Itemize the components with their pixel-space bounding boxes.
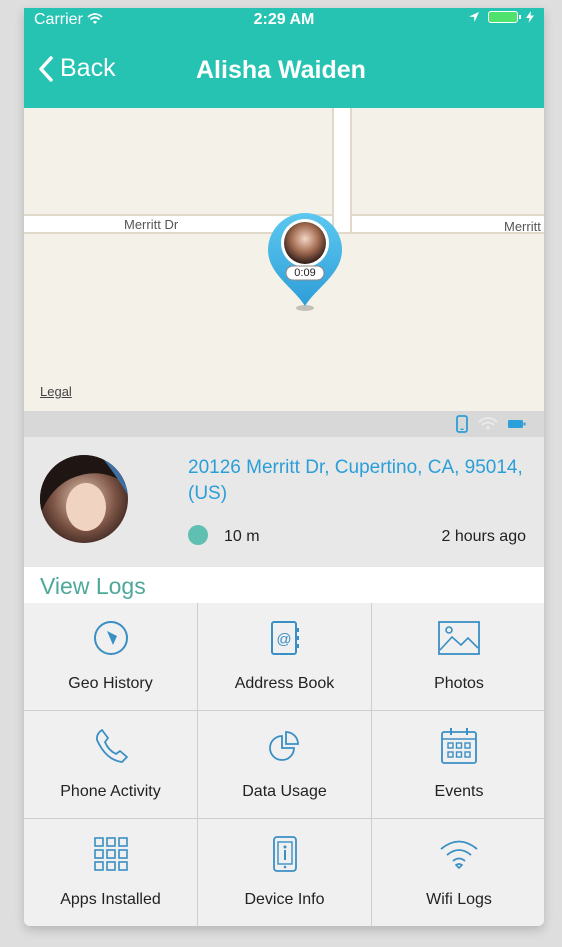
log-item-label: Device Info — [244, 891, 325, 908]
app-screen: Carrier 2:29 AM Back Alisha Waiden Merri… — [24, 8, 544, 926]
log-item-label: Photos — [434, 675, 484, 692]
street-label-left: Merritt Dr — [124, 217, 179, 232]
apps-grid-icon — [93, 837, 128, 871]
wifi-icon — [440, 840, 478, 870]
location-arrow-icon — [469, 12, 479, 22]
log-item-device-info[interactable]: Device Info — [198, 819, 371, 926]
location-pin[interactable]: 0:09 — [264, 208, 346, 318]
legal-link[interactable]: Legal — [40, 384, 72, 399]
view-logs-header: View Logs — [24, 567, 544, 603]
log-item-label: Events — [434, 783, 484, 800]
avatar — [40, 455, 128, 543]
battery-icon — [488, 11, 521, 23]
log-item-phone-activity[interactable]: Phone Activity — [24, 711, 197, 818]
photo-icon — [438, 621, 480, 655]
street-label-right: Merritt — [504, 219, 541, 234]
accuracy-distance: 10 m — [224, 528, 260, 545]
log-item-label: Data Usage — [242, 783, 327, 800]
compass-icon — [93, 621, 128, 655]
log-item-label: Wifi Logs — [426, 891, 492, 908]
wifi-icon — [478, 417, 498, 430]
nav-bar: Back Alisha Waiden — [24, 34, 544, 108]
chevron-left-icon — [39, 55, 53, 82]
phone-icon — [95, 729, 128, 763]
battery-status-icon — [508, 420, 526, 428]
log-item-events[interactable]: Events — [372, 711, 544, 818]
back-button[interactable]: Back — [38, 54, 116, 83]
phone-device-icon — [456, 415, 468, 433]
log-item-apps-installed[interactable]: Apps Installed — [24, 819, 197, 926]
address-link[interactable]: 20126 Merritt Dr, Cupertino, CA, 95014, … — [188, 455, 534, 507]
pin-timer: 0:09 — [294, 267, 316, 279]
address-book-icon: @ — [270, 621, 299, 655]
status-right — [468, 11, 534, 23]
log-item-photos[interactable]: Photos — [372, 603, 544, 710]
page-title: Alisha Waiden — [196, 56, 366, 84]
log-item-address-book[interactable]: @ Address Book — [198, 603, 371, 710]
log-item-geo-history[interactable]: Geo History — [24, 603, 197, 710]
back-label: Back — [60, 54, 116, 82]
calendar-icon — [441, 728, 477, 764]
device-info-icon — [272, 836, 297, 872]
svg-text:@: @ — [276, 631, 291, 648]
map-view[interactable]: Merritt Dr Merritt 0:09 Legal — [24, 108, 544, 411]
log-item-label: Geo History — [68, 675, 153, 692]
map-pin-icon — [268, 213, 342, 311]
status-time: 2:29 AM — [253, 11, 315, 28]
charging-icon — [526, 11, 534, 23]
location-info-panel: 20126 Merritt Dr, Cupertino, CA, 95014, … — [24, 437, 544, 567]
log-item-label: Apps Installed — [60, 891, 161, 908]
last-seen-time: 2 hours ago — [441, 528, 526, 545]
section-title: View Logs — [40, 573, 146, 599]
accuracy-dot — [188, 525, 208, 545]
log-item-label: Phone Activity — [60, 783, 161, 800]
log-item-data-usage[interactable]: Data Usage — [198, 711, 371, 818]
pie-chart-icon — [268, 731, 299, 761]
log-item-label: Address Book — [234, 675, 335, 692]
log-item-wifi-logs[interactable]: Wifi Logs — [372, 819, 544, 926]
logs-grid: Geo History @ Address Book Photos Phone … — [24, 603, 544, 926]
device-status-bar — [24, 411, 544, 437]
status-bar: Carrier 2:29 AM — [24, 8, 544, 34]
